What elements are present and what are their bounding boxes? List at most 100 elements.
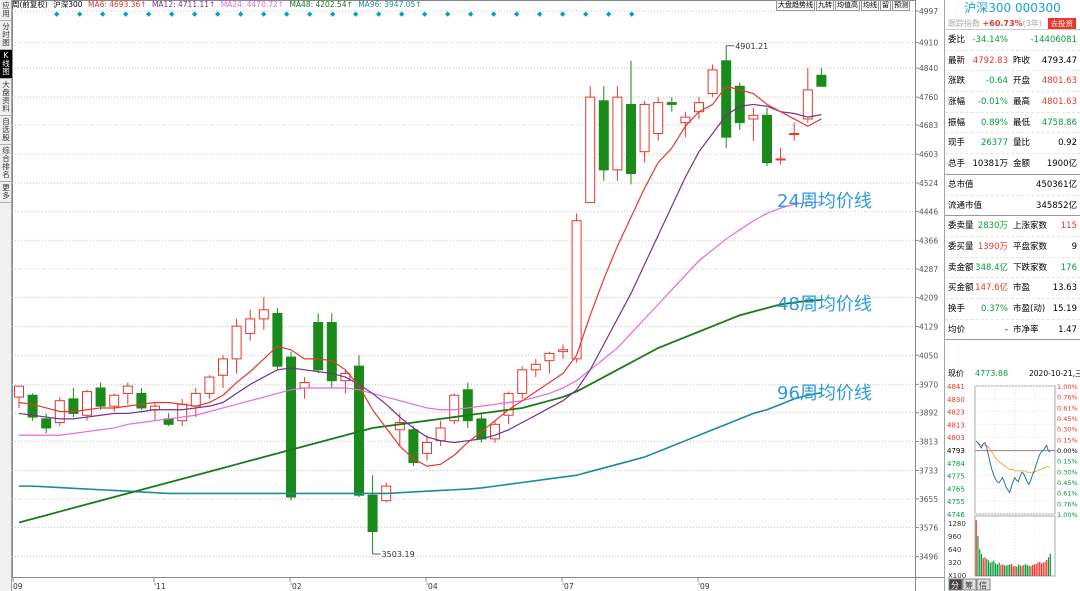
mini-volume-bar bbox=[1044, 561, 1046, 576]
mini-volume-bar bbox=[986, 559, 988, 576]
candlestick bbox=[258, 297, 269, 330]
mini-volume-tick: 1280 bbox=[948, 520, 966, 528]
candle-body bbox=[231, 325, 242, 360]
signal-diamond-icon: ◆ bbox=[123, 10, 129, 18]
candlestick bbox=[177, 398, 188, 427]
candlestick bbox=[558, 344, 568, 359]
quote-label: 最高 bbox=[1013, 97, 1031, 108]
promo-label: 跟踪指数 bbox=[948, 19, 980, 28]
signal-diamond-icon: ◆ bbox=[514, 10, 520, 18]
toolbar-button-5[interactable]: 综合排名 bbox=[0, 145, 12, 182]
mini-tab-label[interactable]: 信 bbox=[979, 580, 987, 590]
quote-value: 4792.83 bbox=[972, 55, 1008, 66]
mini-volume-bar bbox=[989, 562, 991, 576]
mini-pct-tick: 0.61% bbox=[1057, 490, 1078, 498]
signal-diamond-icon: ◆ bbox=[353, 10, 359, 18]
quote-label: 换手 bbox=[948, 303, 966, 314]
intraday-mini-chart[interactable]: 现价 4773.88 2020-10-21,三 4841 4830 4823 4813 480… bbox=[945, 366, 1080, 591]
quote-value: 450361亿 bbox=[1036, 179, 1077, 190]
signal-diamond-icon: ◆ bbox=[146, 10, 152, 18]
candlestick bbox=[27, 393, 38, 421]
period-button-2[interactable]: 均值高 bbox=[835, 0, 860, 11]
signal-diamond-icon: ◆ bbox=[629, 10, 635, 18]
y-tick-label: 4366 bbox=[919, 236, 938, 245]
mini-volume-bar bbox=[1042, 562, 1044, 576]
quote-value: 26377 bbox=[980, 138, 1008, 149]
mini-pct-tick: 0.45% bbox=[1057, 479, 1078, 487]
candlestick bbox=[816, 68, 827, 87]
mini-volume-bar bbox=[1003, 565, 1006, 576]
y-tick-label: 3576 bbox=[919, 524, 938, 533]
candle-body bbox=[653, 102, 664, 135]
y-tick-label: 3813 bbox=[919, 437, 938, 446]
candle-body bbox=[544, 352, 555, 362]
candle-body bbox=[680, 116, 691, 124]
mini-tab-label[interactable]: 分 bbox=[951, 581, 959, 590]
candlestick bbox=[435, 420, 446, 447]
quote-label: 委比 bbox=[948, 35, 966, 45]
mini-volume-bar bbox=[1035, 563, 1037, 576]
quote-label: 平盘家数 bbox=[1013, 241, 1048, 252]
signal-diamond-icon: ◆ bbox=[376, 10, 382, 18]
candle-body bbox=[816, 74, 827, 87]
candle-body bbox=[286, 356, 296, 498]
toolbar-button-0[interactable]: 应用 bbox=[0, 0, 12, 21]
quote-value: 10381万 bbox=[972, 159, 1008, 170]
quote-row: 振幅 0.89% 最低 4758.86 bbox=[945, 113, 1080, 134]
quote-value: 345852亿 bbox=[1036, 200, 1077, 211]
quote-value: 0.89% bbox=[980, 117, 1008, 128]
mini-price-tick: 4803 bbox=[947, 434, 965, 442]
y-tick-label: 3655 bbox=[919, 495, 938, 504]
quote-label: 均价 bbox=[948, 324, 966, 335]
mini-pct-tick: 0.15% bbox=[1057, 458, 1078, 466]
toolbar-button-2[interactable]: K线图 bbox=[0, 50, 12, 79]
signal-marker-row: ◆ ◆ ◆ ◆ ◆ ◆ ◆ ◆ ◆ ◆ ◆ ◆ ◆ ◆ ◆ ◆ ◆ ◆ ◆ ◆ ◆ ◆ ◆ ◆ ◆ ◆ bbox=[12, 10, 772, 18]
quote-label: 市盈(动) bbox=[1013, 303, 1046, 314]
toolbar-button-6[interactable]: 更多 bbox=[0, 182, 12, 203]
mini-price-label: 现价 bbox=[948, 369, 964, 378]
candlestick bbox=[326, 313, 337, 388]
kline-chart[interactable]: 4997 4910 4840 4760 4683 4603 4524 4446 4366 4287… bbox=[12, 0, 944, 591]
signal-diamond-icon: ◆ bbox=[399, 10, 405, 18]
quote-value: - bbox=[1004, 324, 1008, 335]
x-tick-label: '04 bbox=[426, 582, 438, 591]
mini-tab-label[interactable]: 筹 bbox=[965, 580, 973, 590]
mini-price-tick: 4775 bbox=[947, 473, 965, 481]
high-annotation: 4901.21 bbox=[735, 42, 768, 51]
mini-volume-bar bbox=[984, 557, 986, 576]
mini-volume-bar bbox=[982, 558, 984, 576]
candle-body bbox=[748, 114, 759, 120]
quote-value: 4793.47 bbox=[1041, 55, 1077, 66]
left-toolbar: 应用 分时图 K线图 大盘资料 自选股 综合排名 更多 bbox=[0, 0, 12, 591]
mini-volume-bar bbox=[1039, 561, 1041, 576]
quote-value: 13.63 bbox=[1052, 283, 1077, 294]
mini-pct-tick: 0.00% bbox=[1057, 447, 1078, 455]
signal-diamond-icon: ◆ bbox=[284, 10, 290, 18]
mini-volume-bar bbox=[1030, 566, 1032, 576]
period-button-5[interactable]: 预测 bbox=[892, 0, 910, 11]
index-title: 沪深300 000300 bbox=[964, 1, 1061, 15]
invest-button[interactable]: 去投资 bbox=[1047, 18, 1076, 29]
mini-price-tick: 4784 bbox=[947, 460, 965, 468]
candlestick bbox=[775, 148, 786, 165]
toolbar-button-4[interactable]: 自选股 bbox=[0, 116, 12, 145]
candle-body bbox=[41, 418, 52, 429]
toolbar-button-1[interactable]: 分时图 bbox=[0, 21, 12, 50]
mini-volume-bar bbox=[1046, 559, 1048, 576]
period-button-0[interactable]: 大盘趋势线 bbox=[776, 0, 815, 11]
quote-value: 0.37% bbox=[980, 303, 1008, 314]
quote-value: 348.4亿 bbox=[975, 262, 1008, 273]
candlestick bbox=[218, 355, 228, 388]
candle-body bbox=[82, 391, 92, 416]
candle-body bbox=[272, 312, 283, 367]
signal-diamond-icon: ◆ bbox=[560, 10, 566, 18]
ma48-line bbox=[18, 299, 822, 524]
toolbar-button-3[interactable]: 大盘资料 bbox=[0, 79, 12, 116]
y-tick-label: 4129 bbox=[919, 323, 938, 332]
period-button-1[interactable]: 九转 bbox=[816, 0, 834, 11]
candle-body bbox=[802, 89, 813, 120]
mini-volume-bar bbox=[1014, 565, 1016, 576]
mini-volume-bar bbox=[1028, 565, 1030, 576]
period-button-3[interactable]: 均线 bbox=[861, 0, 879, 11]
period-button-4[interactable]: 留 bbox=[880, 0, 891, 11]
